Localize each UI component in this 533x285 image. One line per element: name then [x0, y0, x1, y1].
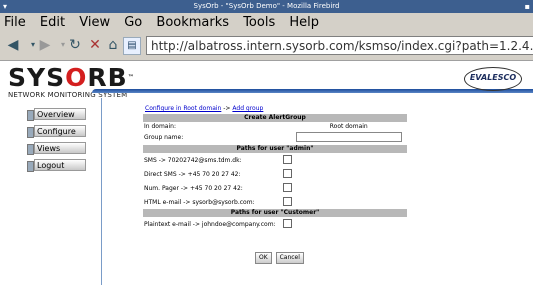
header-bar: [92, 89, 533, 93]
logo-text-b: RB: [87, 63, 128, 92]
sidebar-item-overview[interactable]: Overview: [27, 108, 86, 121]
menu-go[interactable]: Go: [124, 13, 142, 32]
ok-button[interactable]: OK: [255, 252, 272, 264]
admin-path-label: SMS -> 70202742@sms.tdm.dk:: [144, 156, 242, 164]
admin-path-label: Direct SMS -> +45 70 20 27 42:: [144, 170, 241, 178]
stop-icon[interactable]: ✕: [86, 36, 104, 54]
breadcrumb-configure-link[interactable]: Configure in Root domain: [145, 105, 221, 112]
logo-text-a: SYS: [8, 63, 66, 92]
customer-paths-header: Paths for user "Customer": [143, 209, 407, 217]
customer-path-checkbox[interactable]: [282, 218, 292, 228]
admin-path-checkbox[interactable]: [282, 168, 292, 178]
window-control-icon[interactable]: ▪: [525, 0, 530, 13]
cancel-button[interactable]: Cancel: [275, 252, 304, 264]
menu-view[interactable]: View: [79, 13, 110, 32]
customer-path-label: Plaintext e-mail -> johndoe@company.com:: [144, 220, 276, 228]
menu-file[interactable]: File: [4, 13, 26, 32]
page-proxy-icon[interactable]: ▤: [123, 37, 141, 55]
logo-text-o: O: [65, 63, 88, 92]
window-title: SysOrb - "SysOrb Demo" - Mozilla Firebir…: [193, 2, 340, 10]
form-buttons: OK Cancel: [255, 252, 306, 264]
menu-help[interactable]: Help: [289, 13, 319, 32]
sidebar: Overview Configure Views Logout: [0, 98, 102, 285]
admin-paths-header: Paths for user "admin": [143, 145, 407, 153]
domain-label: In domain:: [144, 122, 176, 130]
window-titlebar: ▾ SysOrb - "SysOrb Demo" - Mozilla Fireb…: [0, 0, 533, 13]
group-name-input[interactable]: [295, 131, 402, 142]
sidebar-item-views[interactable]: Views: [27, 142, 86, 155]
menu-bar: File Edit View Go Bookmarks Tools Help: [0, 13, 533, 32]
menu-bookmarks[interactable]: Bookmarks: [156, 13, 229, 32]
sidebar-item-configure[interactable]: Configure: [27, 125, 86, 138]
group-name-label: Group name:: [144, 134, 184, 141]
admin-path-checkbox[interactable]: [282, 182, 292, 192]
navigation-toolbar: ◀ ▾ ▶ ▾ ↻ ✕ ⌂ ▤ http://albatross.intern.…: [0, 32, 533, 61]
evalesco-logo: EVALESCO: [464, 67, 522, 91]
admin-path-label: HTML e-mail -> sysorb@sysorb.com:: [144, 198, 255, 206]
forward-icon[interactable]: ▶: [36, 36, 54, 54]
back-icon[interactable]: ◀: [4, 36, 22, 54]
home-icon[interactable]: ⌂: [104, 36, 122, 54]
breadcrumb: Configure in Root domain -> Add group: [145, 105, 263, 112]
alert-group-form: Create AlertGroup In domain: Root domain…: [143, 114, 407, 231]
sysorb-logo: SYSORB™: [8, 65, 135, 91]
admin-path-label: Num. Pager -> +45 70 20 27 42:: [144, 184, 243, 192]
window-menu-icon[interactable]: ▾: [3, 0, 7, 13]
menu-edit[interactable]: Edit: [40, 13, 65, 32]
logo-tm: ™: [127, 74, 135, 81]
admin-path-checkbox[interactable]: [282, 154, 292, 164]
admin-path-checkbox[interactable]: [282, 196, 292, 206]
menu-tools[interactable]: Tools: [243, 13, 275, 32]
domain-value: Root domain: [329, 122, 368, 130]
sidebar-item-logout[interactable]: Logout: [27, 159, 86, 172]
breadcrumb-add-group-link[interactable]: Add group: [232, 105, 263, 112]
form-title: Create AlertGroup: [143, 114, 407, 122]
reload-icon[interactable]: ↻: [66, 36, 84, 54]
url-input[interactable]: http://albatross.intern.sysorb.com/ksmso…: [146, 36, 533, 55]
page-content: SYSORB™ NETWORK MONITORING SYSTEM EVALES…: [0, 61, 533, 285]
breadcrumb-separator: ->: [223, 105, 231, 112]
